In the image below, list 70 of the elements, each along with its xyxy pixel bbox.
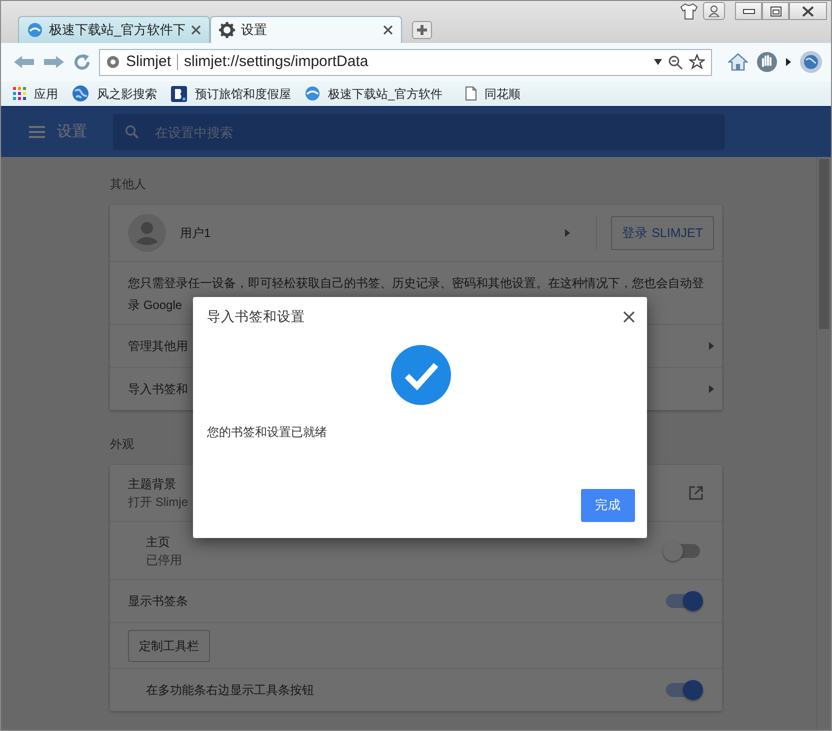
section-heading: 外观 [110,436,135,453]
shirt-icon[interactable] [679,2,699,20]
section-heading: 其他人 [110,176,147,193]
setting-label: 主题背景 [128,476,176,493]
user-icon [708,5,720,17]
close-button[interactable] [623,311,635,324]
search-icon [125,125,139,139]
bookmark-item[interactable]: 风之影搜索 [72,84,157,102]
profile-name: 用户1 [180,225,212,242]
bookmark-item[interactable]: 同花顺 [464,84,521,102]
external-link-icon[interactable] [688,485,704,501]
url-text: slimjet://settings/importData [184,52,370,72]
bookmark-item[interactable]: 预订旅馆和度假屋 [171,84,291,102]
close-icon [623,311,635,324]
setting-label: 主页 [146,534,170,550]
page-icon [464,86,477,101]
close-icon[interactable] [191,25,201,35]
user-button[interactable] [703,2,725,20]
toggle-switch[interactable] [666,594,700,608]
menu-icon [29,126,45,138]
bookmark-item[interactable]: 极速下载站_官方软件 [305,84,443,102]
dialog-title: 导入书签和设置 [207,308,306,326]
globe-icon [305,86,320,101]
plus-icon [416,24,428,36]
success-check-icon [391,345,451,406]
maximize-button[interactable] [762,2,789,20]
chevron-icon[interactable] [709,342,714,350]
hand-icon[interactable] [756,51,778,73]
gear-icon [219,22,235,38]
setting-label: 在多功能条右边显示工具条按钮 [146,682,314,699]
apps-grid-icon [13,87,26,100]
home-icon[interactable] [728,53,748,71]
address-bar[interactable]: Slimjet slimjet://settings/importData [99,48,712,76]
globe-menu-icon[interactable] [799,50,823,74]
avatar-icon [128,214,166,252]
forward-icon[interactable] [43,54,65,70]
site-label: Slimjet [126,52,172,72]
toggle-switch[interactable] [666,544,700,558]
site-info-icon [106,55,120,69]
close-icon[interactable] [383,25,393,35]
menu-button[interactable] [29,126,45,138]
browser-tab[interactable]: 设置 [210,16,402,43]
dropdown-caret-icon[interactable] [654,59,662,65]
setting-subtitle: 打开 Slimje [128,494,188,511]
tab-title: 设置 [241,21,268,40]
back-icon[interactable] [13,54,35,70]
setting-subtitle: 已停用 [146,552,182,568]
minimize-button[interactable] [735,2,762,20]
customize-button[interactable]: 定制工具栏 [128,630,210,662]
setting-label: 显示书签条 [128,593,188,610]
reload-icon[interactable] [73,53,91,71]
maximize-icon [768,4,784,18]
toggle-switch[interactable] [666,683,700,697]
close-button[interactable] [789,2,827,20]
close-icon [800,4,816,18]
chevron-icon[interactable] [565,229,570,237]
booking-b-icon [171,86,187,102]
done-button[interactable]: 完成 [581,489,635,522]
globe-icon [27,22,43,38]
new-tab-button[interactable] [412,21,432,39]
chevron-icon[interactable] [709,385,714,393]
star-icon[interactable] [689,54,705,70]
page-title: 设置 [57,122,87,142]
dialog-message: 您的书签和设置已就绪 [207,424,328,442]
zoom-icon[interactable] [668,54,683,70]
bookmark-item[interactable]: 应用 [13,84,58,102]
scrollbar[interactable] [816,157,831,730]
globe-icon [72,85,89,102]
minimize-icon [742,8,754,14]
caret-icon[interactable] [786,58,791,66]
